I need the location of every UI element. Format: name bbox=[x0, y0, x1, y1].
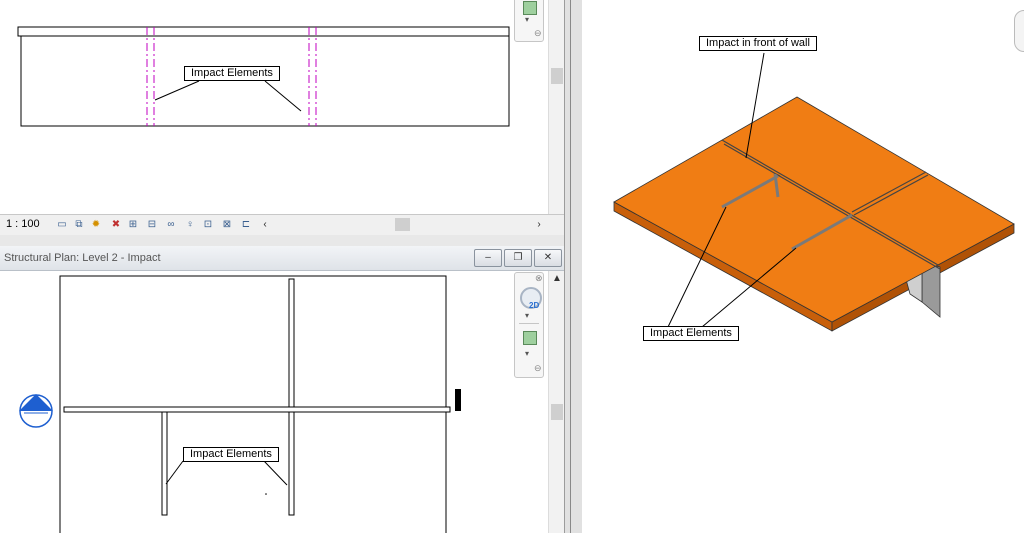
scroll-up-icon[interactable]: ▲ bbox=[552, 273, 562, 284]
plan-view-drawing bbox=[59, 275, 461, 533]
navigation-bar-plan[interactable]: ⊗ 2D ▾ ▾ ⊖ bbox=[514, 272, 544, 378]
constraints-icon[interactable]: ⊏ bbox=[240, 219, 252, 230]
visual-style-icon[interactable]: ⧉ bbox=[73, 219, 85, 230]
scroll-thumb[interactable] bbox=[551, 404, 563, 420]
3d-view-canvas[interactable]: Impact in front of wall Impact Elements bbox=[582, 0, 1024, 533]
shadows-icon[interactable]: ✖ bbox=[110, 219, 122, 230]
sun-path-icon[interactable]: ✹ bbox=[90, 219, 102, 230]
elevation-marker-icon[interactable] bbox=[16, 391, 56, 431]
crop-icon[interactable]: ⊞ bbox=[127, 219, 139, 230]
view-scale[interactable]: 1 : 100 bbox=[6, 218, 40, 230]
show-crop-icon[interactable]: ⊟ bbox=[146, 219, 158, 230]
minimize-button[interactable]: – bbox=[474, 249, 502, 267]
close-icon[interactable]: ⊗ bbox=[535, 273, 543, 284]
detail-level-icon[interactable]: ▭ bbox=[56, 219, 68, 230]
analytical-icon[interactable]: ⊡ bbox=[202, 219, 214, 230]
top-view-drawing bbox=[17, 26, 510, 127]
view-title: Structural Plan: Level 2 - Impact bbox=[4, 252, 161, 264]
close-icon[interactable]: ⊖ bbox=[534, 28, 542, 39]
scroll-thumb[interactable] bbox=[551, 68, 563, 84]
two-d-label: 2D bbox=[529, 301, 540, 310]
zoom-icon[interactable] bbox=[523, 1, 537, 15]
scroll-right-icon[interactable]: › bbox=[533, 219, 545, 230]
scroll-left-icon[interactable]: ‹ bbox=[259, 219, 271, 230]
chevron-down-icon[interactable]: ▾ bbox=[525, 349, 529, 358]
highlight-icon[interactable]: ⊠ bbox=[221, 219, 233, 230]
plan-view-canvas[interactable]: Impact Elements bbox=[0, 271, 548, 533]
reveal-icon[interactable]: ♀ bbox=[184, 219, 196, 230]
chevron-down-icon[interactable]: ▾ bbox=[525, 15, 529, 24]
temporary-hide-icon[interactable]: ∞ bbox=[165, 219, 177, 230]
impact-elements-tag-3d[interactable]: Impact Elements bbox=[643, 326, 739, 341]
impact-elements-tag-top[interactable]: Impact Elements bbox=[184, 66, 280, 81]
restore-button[interactable]: ❐ bbox=[504, 249, 532, 267]
vertical-splitter[interactable] bbox=[564, 0, 583, 533]
impact-elements-tag-plan[interactable]: Impact Elements bbox=[183, 447, 279, 462]
view-control-bar: 1 : 100 ▭ ⧉ ✹ ✖ ⊞ ⊟ ∞ ♀ ⊡ ⊠ ⊏ ‹ › bbox=[0, 214, 564, 236]
navigation-bar-top[interactable]: ▾ ⊖ bbox=[514, 0, 544, 42]
zoom-icon[interactable] bbox=[523, 331, 537, 345]
view-titlebar[interactable]: Structural Plan: Level 2 - Impact – ❐ ✕ bbox=[0, 246, 568, 271]
view-divider bbox=[0, 235, 568, 246]
horizontal-scroll-thumb[interactable] bbox=[395, 218, 410, 231]
close-button[interactable]: ✕ bbox=[534, 249, 562, 267]
minus-icon[interactable]: ⊖ bbox=[534, 363, 542, 374]
impact-in-front-of-wall-tag[interactable]: Impact in front of wall bbox=[699, 36, 817, 51]
top-view-canvas[interactable]: Impact Elements bbox=[0, 0, 548, 214]
chevron-down-icon[interactable]: ▾ bbox=[525, 311, 529, 320]
3d-model-drawing bbox=[613, 52, 1015, 332]
viewcube-icon[interactable] bbox=[1014, 10, 1024, 52]
